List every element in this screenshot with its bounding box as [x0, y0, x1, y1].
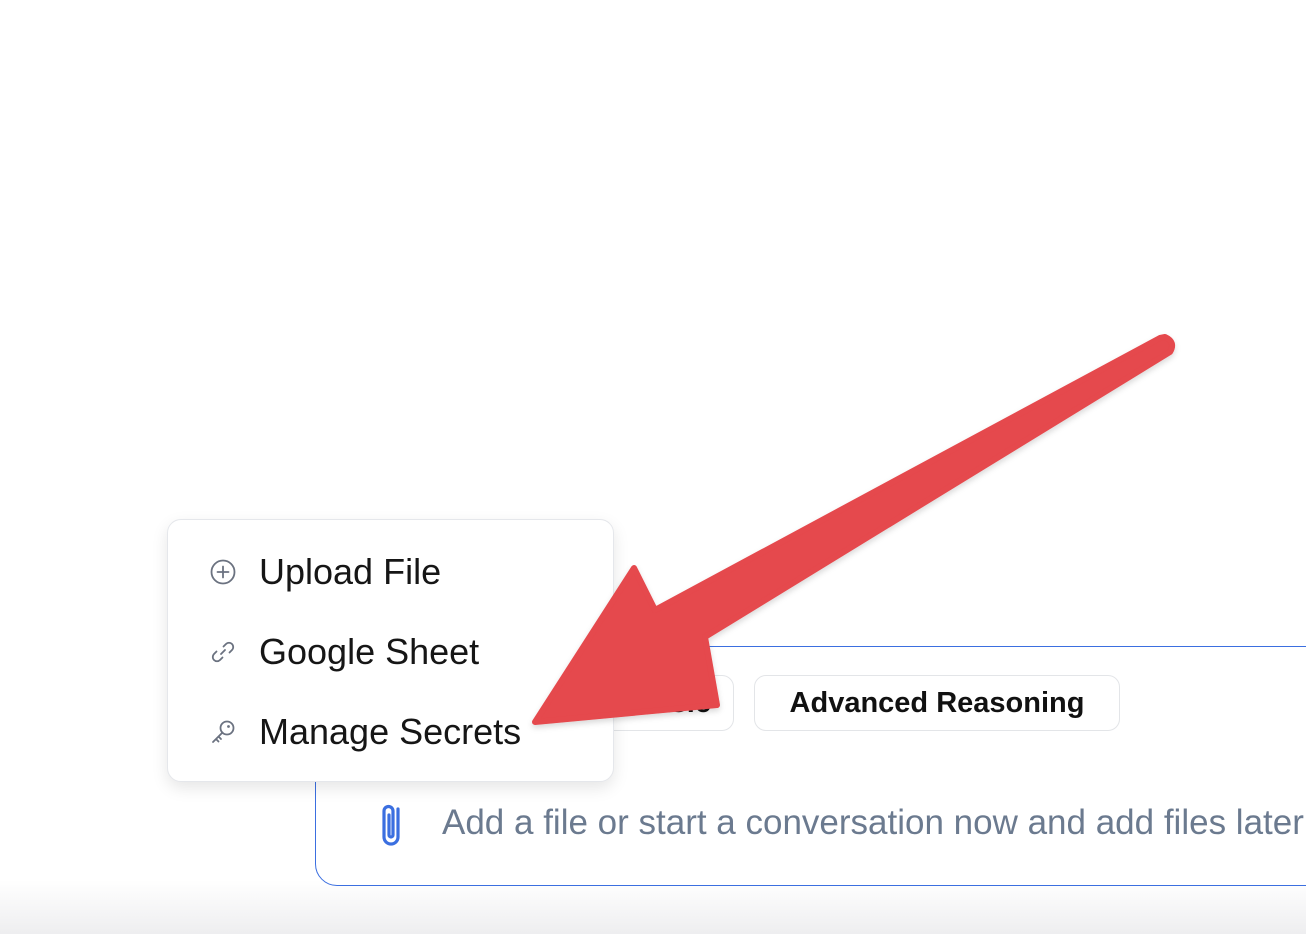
bottom-shade — [0, 880, 1306, 934]
menu-item-upload-file[interactable]: Upload File — [168, 536, 613, 608]
app-canvas: Basic Advanced Reasoning Add a file or s… — [0, 0, 1306, 934]
menu-item-google-sheet-label: Google Sheet — [259, 631, 480, 672]
link-icon — [211, 641, 235, 663]
mode-chip-advanced-label: Advanced Reasoning — [789, 686, 1085, 719]
composer-placeholder[interactable]: Add a file or start a conversation now a… — [442, 803, 1304, 843]
menu-item-manage-secrets[interactable]: Manage Secrets — [168, 696, 613, 768]
mode-chip-basic-label: Basic — [633, 686, 711, 719]
paperclip-icon[interactable] — [374, 799, 410, 851]
menu-item-google-sheet[interactable]: Google Sheet — [168, 616, 613, 688]
menu-item-manage-secrets-label: Manage Secrets — [259, 711, 522, 752]
attach-dropdown-menu: Upload File Google Sheet Manage Secrets — [167, 519, 614, 782]
menu-item-upload-file-label: Upload File — [259, 551, 442, 592]
key-icon — [212, 720, 235, 743]
mode-chip-advanced-reasoning[interactable]: Advanced Reasoning — [754, 675, 1120, 731]
plus-circle-icon — [210, 559, 236, 585]
